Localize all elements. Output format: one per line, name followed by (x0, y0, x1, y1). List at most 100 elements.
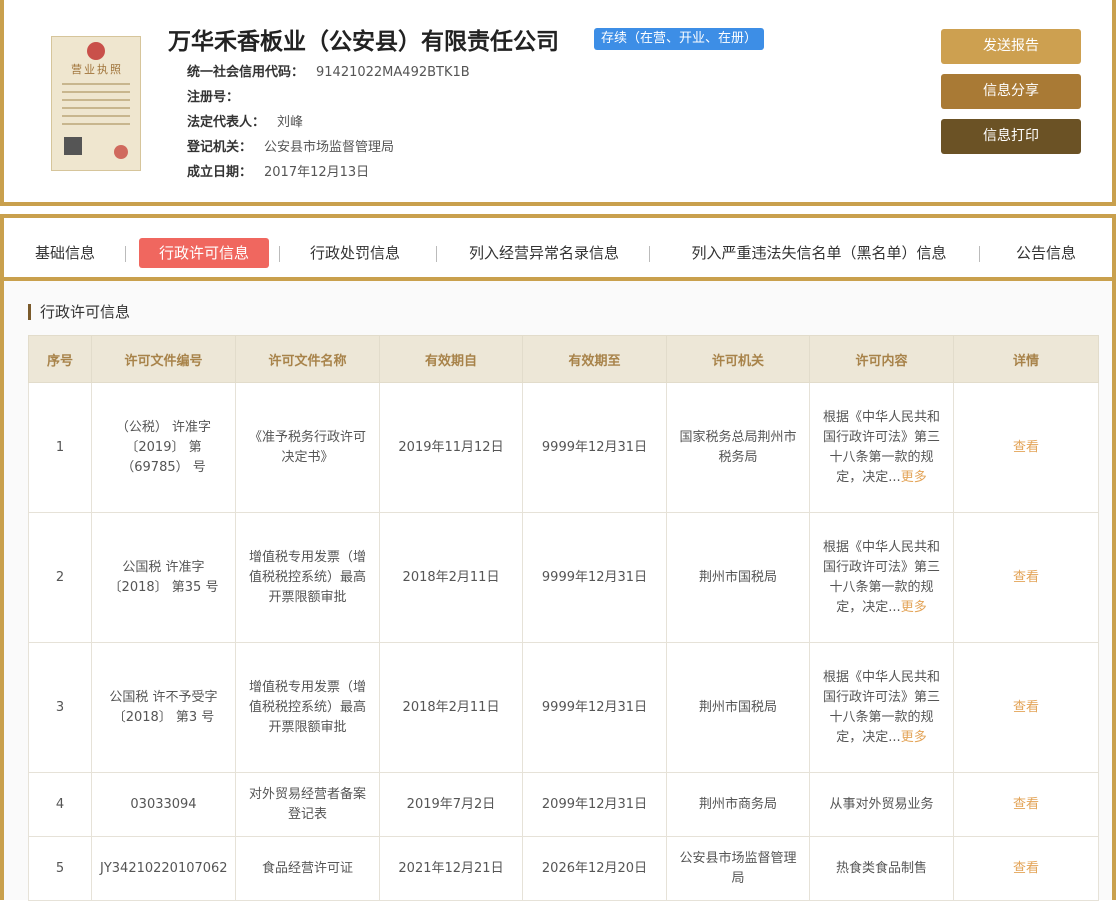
cell-content: 热食类食品制售 (809, 836, 954, 901)
cell-content: 根据《中华人民共和国行政许可法》第三十八条第一款的规定，决定...更多 (809, 642, 954, 773)
founded-date-row: 成立日期： 2017年12月13日 (187, 161, 369, 180)
cell-authority: 荆州市国税局 (666, 642, 810, 773)
cell-authority: 国家税务总局荆州市税务局 (666, 382, 810, 513)
col-header-content: 许可内容 (809, 335, 954, 383)
cell-detail: 查看 (953, 512, 1099, 643)
tab-blacklist[interactable]: 列入严重违法失信名单（黑名单）信息 (676, 238, 962, 268)
company-header: 营业执照 万华禾香板业（公安县）有限责任公司 存续（在营、开业、在册） 统一社会… (0, 0, 1116, 206)
cell-doc-name: 对外贸易经营者备案登记表 (235, 772, 380, 837)
col-header-doc-no: 许可文件编号 (91, 335, 236, 383)
tab-divider (279, 246, 280, 262)
send-report-button[interactable]: 发送报告 (941, 29, 1081, 64)
cell-content: 根据《中华人民共和国行政许可法》第三十八条第一款的规定，决定...更多 (809, 382, 954, 513)
col-header-doc-name: 许可文件名称 (235, 335, 380, 383)
col-header-detail: 详情 (953, 335, 1099, 383)
cell-valid-from: 2018年2月11日 (379, 642, 523, 773)
qr-code-icon (64, 137, 82, 155)
license-title: 营业执照 (71, 63, 123, 76)
cell-doc-name: 食品经营许可证 (235, 836, 380, 901)
table-row: 5 JY34210220107062 食品经营许可证 2021年12月21日 2… (28, 836, 1099, 901)
cell-no: 2 (28, 512, 92, 643)
tab-divider (436, 246, 437, 262)
col-header-valid-from: 有效期自 (379, 335, 523, 383)
cell-detail: 查看 (953, 382, 1099, 513)
cell-doc-no: 03033094 (91, 772, 236, 837)
cell-doc-name: 增值税专用发票（增值税税控系统）最高开票限额审批 (235, 512, 380, 643)
cell-detail: 查看 (953, 642, 1099, 773)
cell-no: 1 (28, 382, 92, 513)
section-title: 行政许可信息 (28, 304, 130, 320)
founded-date-label: 成立日期： (187, 165, 253, 180)
cell-valid-to: 2026年12月20日 (522, 836, 667, 901)
cell-valid-to: 9999年12月31日 (522, 512, 667, 643)
cell-authority: 公安县市场监督管理局 (666, 836, 810, 901)
cell-authority: 荆州市国税局 (666, 512, 810, 643)
seal-icon (114, 145, 128, 159)
cell-doc-no: JY34210220107062 (91, 836, 236, 901)
cell-no: 5 (28, 836, 92, 901)
share-info-button[interactable]: 信息分享 (941, 74, 1081, 109)
cell-valid-from: 2019年7月2日 (379, 772, 523, 837)
cell-doc-no: 公国税 许准字 〔2018〕 第35 号 (91, 512, 236, 643)
status-badge: 存续（在营、开业、在册） (594, 28, 765, 50)
cell-authority: 荆州市商务局 (666, 772, 810, 837)
cell-doc-no: 公国税 许不予受字〔2018〕 第3 号 (91, 642, 236, 773)
more-link[interactable]: 更多 (901, 600, 927, 615)
license-text-lines (62, 83, 130, 131)
table-header-row: 序号 许可文件编号 许可文件名称 有效期自 有效期至 许可机关 许可内容 详情 (28, 335, 1099, 383)
view-detail-link[interactable]: 查看 (1013, 570, 1039, 585)
tab-announcements[interactable]: 公告信息 (1006, 238, 1086, 268)
cell-doc-name: 《准予税务行政许可决定书》 (235, 382, 380, 513)
legal-rep-value: 刘峰 (277, 115, 304, 130)
cell-valid-to: 9999年12月31日 (522, 642, 667, 773)
tab-divider (979, 246, 980, 262)
more-link[interactable]: 更多 (901, 470, 927, 485)
reg-authority-label: 登记机关： (187, 140, 253, 155)
legal-rep-label: 法定代表人： (187, 115, 266, 130)
tab-admin-license[interactable]: 行政许可信息 (139, 238, 269, 268)
more-link[interactable]: 更多 (901, 730, 927, 745)
tab-abnormal-list[interactable]: 列入经营异常名录信息 (456, 238, 632, 268)
founded-date-value: 2017年12月13日 (264, 165, 370, 180)
reg-no-row: 注册号： (187, 86, 251, 105)
cell-valid-to: 9999年12月31日 (522, 382, 667, 513)
cell-content: 根据《中华人民共和国行政许可法》第三十八条第一款的规定，决定...更多 (809, 512, 954, 643)
table-row: 1 （公税） 许准字〔2019〕 第（69785） 号 《准予税务行政许可决定书… (28, 382, 1099, 513)
table-row: 3 公国税 许不予受字〔2018〕 第3 号 增值税专用发票（增值税税控系统）最… (28, 642, 1099, 773)
col-header-valid-to: 有效期至 (522, 335, 667, 383)
tab-divider (649, 246, 650, 262)
tab-divider (125, 246, 126, 262)
tab-admin-penalty[interactable]: 行政处罚信息 (300, 238, 410, 268)
cell-no: 4 (28, 772, 92, 837)
company-name: 万华禾香板业（公安县）有限责任公司 (168, 29, 559, 55)
credit-code-label: 统一社会信用代码： (187, 65, 305, 80)
cell-doc-no: （公税） 许准字〔2019〕 第（69785） 号 (91, 382, 236, 513)
view-detail-link[interactable]: 查看 (1013, 797, 1039, 812)
cell-valid-from: 2021年12月21日 (379, 836, 523, 901)
legal-rep-row: 法定代表人： 刘峰 (187, 111, 303, 130)
cell-content: 从事对外贸易业务 (809, 772, 954, 837)
business-license-image[interactable]: 营业执照 (51, 36, 141, 171)
cell-valid-from: 2019年11月12日 (379, 382, 523, 513)
cell-doc-name: 增值税专用发票（增值税税控系统）最高开票限额审批 (235, 642, 380, 773)
view-detail-link[interactable]: 查看 (1013, 861, 1039, 876)
view-detail-link[interactable]: 查看 (1013, 440, 1039, 455)
tab-basic-info[interactable]: 基础信息 (24, 238, 106, 268)
cell-detail: 查看 (953, 772, 1099, 837)
table-row: 4 03033094 对外贸易经营者备案登记表 2019年7月2日 2099年1… (28, 772, 1099, 837)
view-detail-link[interactable]: 查看 (1013, 700, 1039, 715)
table-row: 2 公国税 许准字 〔2018〕 第35 号 增值税专用发票（增值税税控系统）最… (28, 512, 1099, 643)
national-emblem-icon (87, 42, 105, 60)
credit-code-row: 统一社会信用代码： 91421022MA492BTK1B (187, 61, 470, 80)
reg-authority-value: 公安县市场监督管理局 (264, 140, 395, 155)
license-table: 序号 许可文件编号 许可文件名称 有效期自 有效期至 许可机关 许可内容 详情 … (28, 335, 1099, 901)
reg-authority-row: 登记机关： 公安县市场监督管理局 (187, 136, 394, 155)
col-header-authority: 许可机关 (666, 335, 810, 383)
cell-no: 3 (28, 642, 92, 773)
cell-detail: 查看 (953, 836, 1099, 901)
credit-code-value: 91421022MA492BTK1B (316, 65, 470, 80)
cell-valid-from: 2018年2月11日 (379, 512, 523, 643)
col-header-no: 序号 (28, 335, 92, 383)
print-info-button[interactable]: 信息打印 (941, 119, 1081, 154)
tab-bar: 基础信息 行政许可信息 行政处罚信息 列入经营异常名录信息 列入严重违法失信名单… (4, 214, 1112, 281)
